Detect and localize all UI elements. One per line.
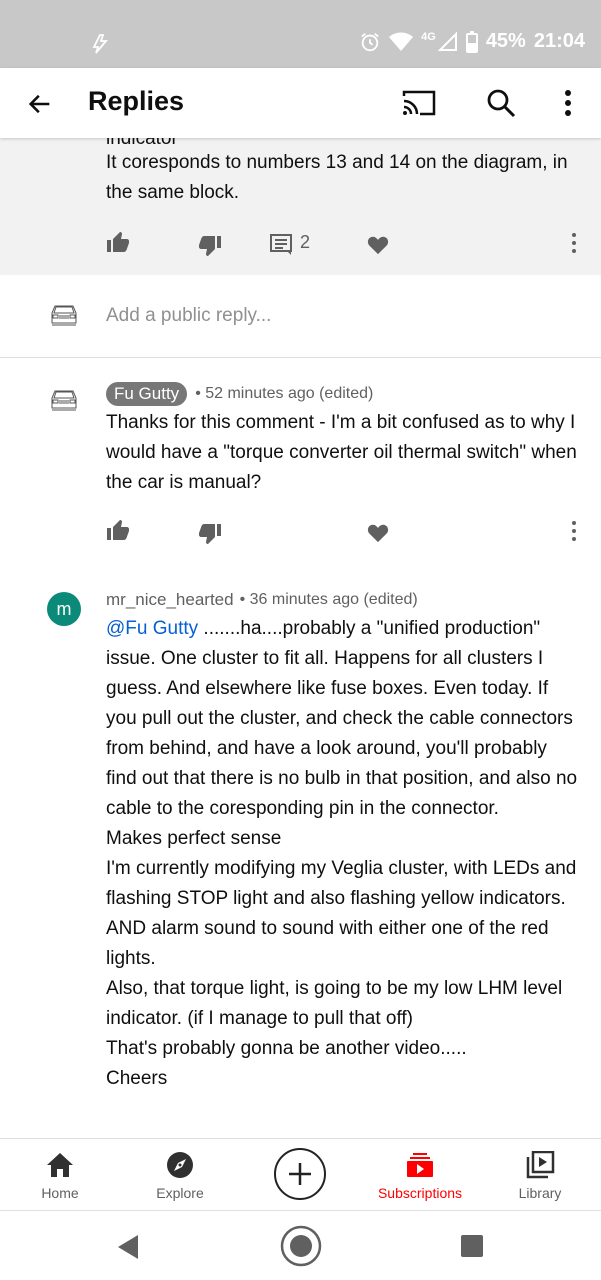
author-avatar-icon[interactable] xyxy=(47,382,81,416)
heart-icon[interactable] xyxy=(367,522,389,544)
home-icon xyxy=(47,1153,73,1177)
network-type: 4G xyxy=(421,30,436,43)
reply-text-line: Cheers xyxy=(106,1068,168,1089)
reply-text-main: .......ha....probably a "unified product… xyxy=(106,618,578,819)
comment-text: It coresponds to numbers 13 and 14 on th… xyxy=(106,152,568,203)
nav-library[interactable]: Library xyxy=(480,1139,600,1211)
parent-comment: indicator It coresponds to numbers 13 an… xyxy=(0,138,601,275)
reply-input[interactable]: Add a public reply... xyxy=(106,305,271,327)
reply-count: 2 xyxy=(300,232,311,252)
nav-home[interactable]: Home xyxy=(0,1139,120,1211)
comment-actions: 2 xyxy=(0,222,601,262)
wifi-icon xyxy=(389,32,414,51)
subscriptions-icon xyxy=(407,1153,433,1177)
system-navigation-bar xyxy=(0,1210,601,1280)
system-home-icon[interactable] xyxy=(280,1225,322,1267)
reply-meta: mr_nice_hearted • 36 minutes ago (edited… xyxy=(106,590,418,610)
reply-text-line: Also, that torque light, is going to be … xyxy=(106,978,563,1029)
author-avatar[interactable]: m xyxy=(47,592,81,626)
app-bar: Replies xyxy=(0,68,601,138)
reply-more-icon[interactable] xyxy=(568,520,580,542)
add-reply-row[interactable]: Add a public reply... xyxy=(0,275,601,358)
create-button[interactable] xyxy=(274,1148,326,1200)
author-name[interactable]: Fu Gutty xyxy=(106,382,188,406)
battery-icon xyxy=(465,30,478,53)
nav-subscriptions[interactable]: Subscriptions xyxy=(360,1139,480,1211)
reply-text-line: Makes perfect sense xyxy=(106,828,282,849)
reply-text-line: I'm currently modifying my Veglia cluste… xyxy=(106,858,577,969)
nav-library-label: Library xyxy=(518,1185,562,1201)
meta-separator: • xyxy=(239,591,250,608)
comment-reply-icon[interactable] xyxy=(270,234,292,256)
mention-link[interactable]: @Fu Gutty xyxy=(106,618,198,639)
dislike-icon[interactable] xyxy=(198,234,222,258)
heart-icon[interactable] xyxy=(367,234,389,256)
like-icon[interactable] xyxy=(106,518,130,542)
status-bar: 4G 45% 21:04 xyxy=(0,0,601,68)
cast-icon[interactable] xyxy=(402,88,436,118)
alarm-icon xyxy=(361,32,379,51)
library-icon xyxy=(526,1151,555,1179)
user-avatar-icon xyxy=(47,297,81,331)
plus-icon xyxy=(289,1163,311,1185)
reply-text-line: That's probably gonna be another video..… xyxy=(106,1038,467,1059)
nav-explore-label: Explore xyxy=(156,1185,204,1201)
reply-text: Thanks for this comment - I'm a bit conf… xyxy=(106,412,577,493)
system-recents-icon[interactable] xyxy=(461,1235,483,1257)
meta-separator: • xyxy=(195,385,206,402)
like-icon[interactable] xyxy=(106,230,130,254)
reply-time: 36 minutes ago (edited) xyxy=(249,591,418,608)
nav-home-label: Home xyxy=(41,1185,79,1201)
nav-explore[interactable]: Explore xyxy=(120,1139,240,1211)
reply-text: @Fu Gutty .......ha....probably a "unifi… xyxy=(106,614,582,1094)
status-icons: 4G 45% 21:04 xyxy=(359,30,585,53)
reply-time: 52 minutes ago (edited) xyxy=(205,385,374,402)
dislike-icon[interactable] xyxy=(198,522,222,546)
bottom-navigation: Home Explore Subscriptions Library xyxy=(0,1138,601,1210)
clock: 21:04 xyxy=(533,30,585,52)
more-options-icon[interactable] xyxy=(558,88,578,118)
search-icon[interactable] xyxy=(486,88,516,118)
explore-compass-icon xyxy=(167,1152,193,1178)
back-arrow-icon[interactable] xyxy=(26,90,54,118)
page-title: Replies xyxy=(88,86,185,116)
comment-more-icon[interactable] xyxy=(568,232,580,254)
battery-level: 45% xyxy=(485,30,526,52)
reply-meta: Fu Gutty • 52 minutes ago (edited) xyxy=(106,382,373,406)
author-name[interactable]: mr_nice_hearted xyxy=(106,590,234,610)
reply-actions xyxy=(0,510,601,550)
app-notification-icon xyxy=(92,34,108,54)
signal-icon xyxy=(437,31,457,51)
nav-subscriptions-label: Subscriptions xyxy=(377,1185,463,1201)
system-back-icon[interactable] xyxy=(116,1234,140,1260)
